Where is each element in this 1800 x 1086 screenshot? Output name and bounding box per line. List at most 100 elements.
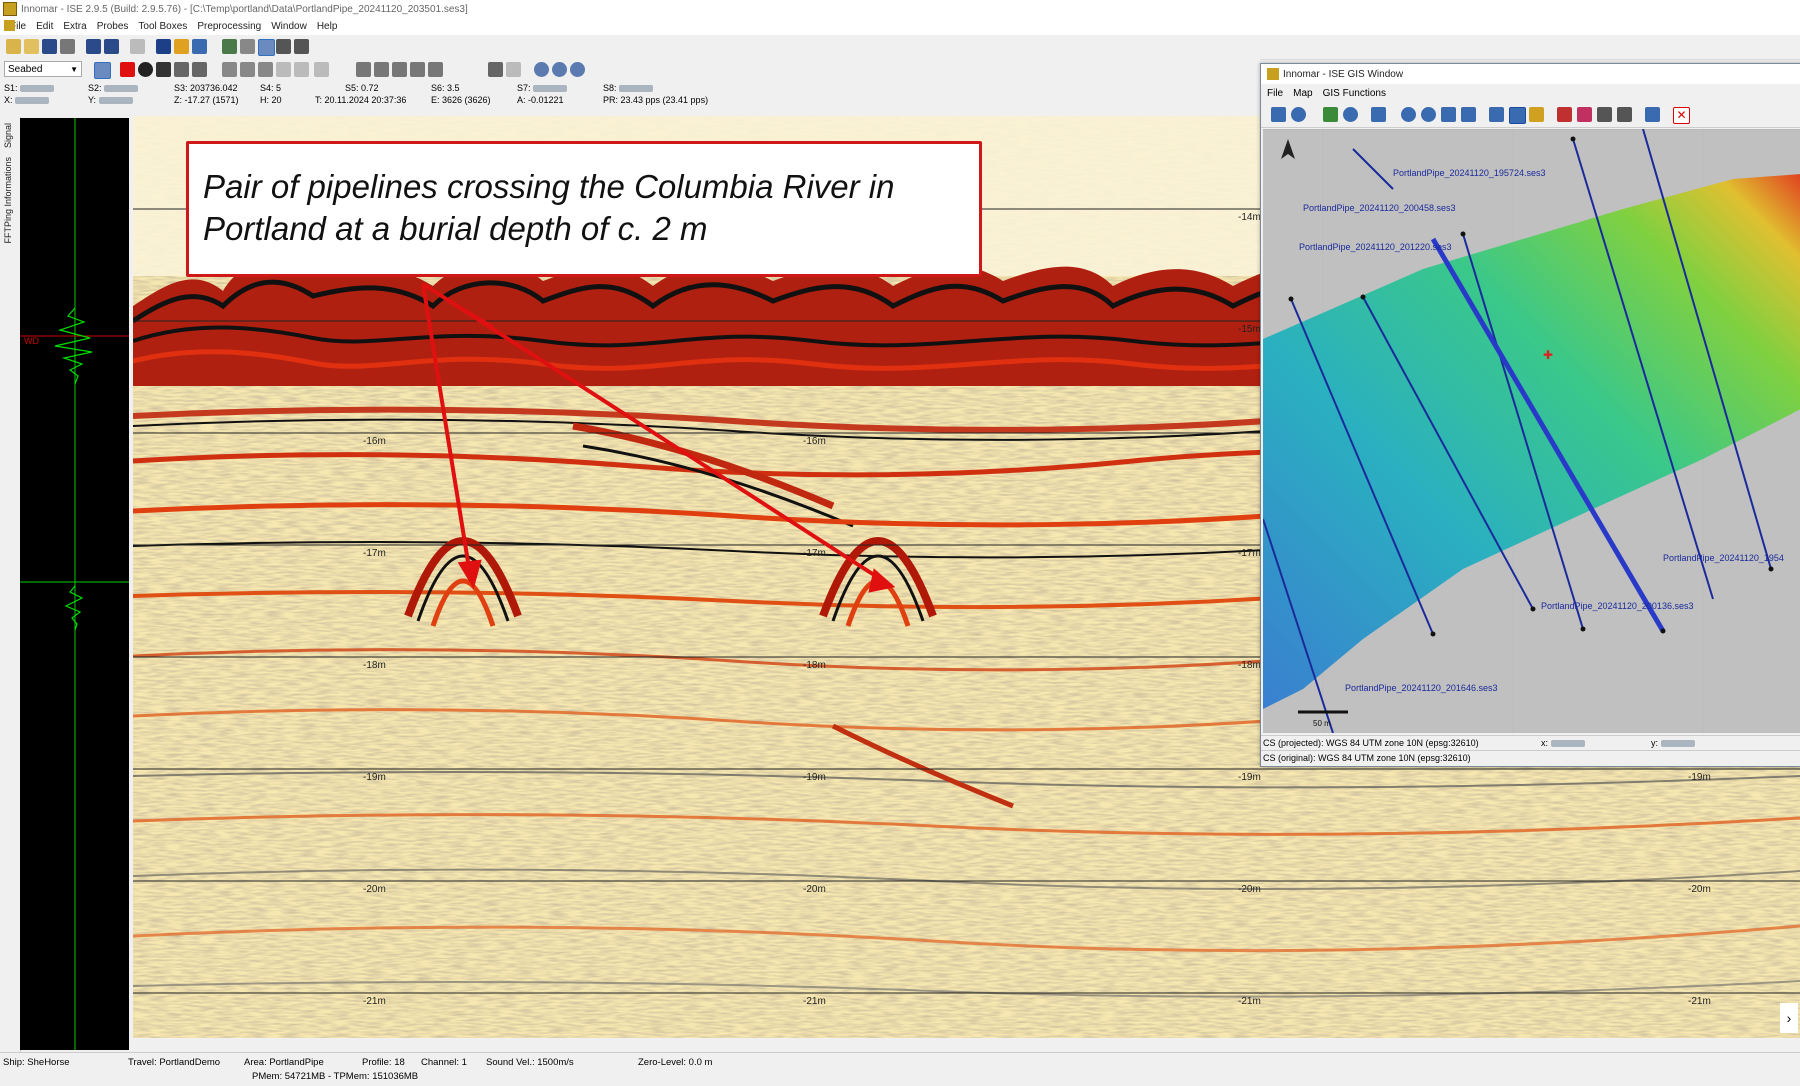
red-marker-icon[interactable] bbox=[120, 62, 135, 77]
profile-tool-icon[interactable] bbox=[1557, 107, 1572, 122]
gis-zoom-extent-icon[interactable] bbox=[1441, 107, 1456, 122]
menu-help[interactable]: Help bbox=[317, 21, 338, 32]
pencil-icon[interactable] bbox=[222, 39, 237, 54]
s7-label: S7: bbox=[517, 83, 531, 93]
tab-ping-informations[interactable]: Ping Informations bbox=[3, 157, 13, 227]
zoom-in-icon[interactable] bbox=[534, 62, 549, 77]
ruler-icon[interactable] bbox=[1529, 107, 1544, 122]
gis-y-label: y: bbox=[1651, 738, 1659, 748]
delete-icon[interactable] bbox=[240, 62, 255, 77]
depth-label-17m: -17m bbox=[363, 548, 386, 559]
depth-label-19m-b: -19m bbox=[803, 772, 826, 783]
palette-icon[interactable] bbox=[174, 39, 189, 54]
gis-eraser-icon[interactable] bbox=[1577, 107, 1592, 122]
redacted-value bbox=[104, 85, 139, 93]
gis-menu-gis-functions[interactable]: GIS Functions bbox=[1323, 88, 1386, 99]
open-file-icon[interactable] bbox=[24, 39, 39, 54]
globe-icon[interactable] bbox=[1291, 107, 1306, 122]
undo-icon[interactable] bbox=[130, 39, 145, 54]
fork2-icon[interactable] bbox=[294, 62, 309, 77]
cursor-icon[interactable] bbox=[294, 39, 309, 54]
signal-trace: WD bbox=[20, 118, 129, 1050]
align-middle-icon[interactable] bbox=[374, 62, 389, 77]
h-value: H: 20 bbox=[260, 95, 282, 105]
track-label-1954[interactable]: PortlandPipe_20241120_1954 bbox=[1663, 553, 1784, 563]
gis-window[interactable]: Innomar - ISE GIS Window File Map GIS Fu… bbox=[1260, 63, 1800, 767]
zoom-fit-icon[interactable] bbox=[570, 62, 585, 77]
fork-icon[interactable] bbox=[276, 62, 291, 77]
menu-edit[interactable]: Edit bbox=[36, 21, 53, 32]
open-folder-icon[interactable] bbox=[6, 39, 21, 54]
gis-select-icon[interactable] bbox=[1489, 107, 1504, 122]
undo-edit-icon[interactable] bbox=[222, 62, 237, 77]
import-track-icon[interactable] bbox=[1323, 107, 1338, 122]
zoom-out-icon[interactable] bbox=[552, 62, 567, 77]
system-menu-icon[interactable] bbox=[4, 20, 15, 31]
layer-icon[interactable] bbox=[192, 62, 207, 77]
zero-level-status: Zero-Level: 0.0 m bbox=[638, 1057, 713, 1068]
gis-menu-file[interactable]: File bbox=[1267, 88, 1283, 99]
select-icon[interactable] bbox=[258, 39, 275, 56]
eraser-icon[interactable] bbox=[174, 62, 189, 77]
tab-signal[interactable]: Signal bbox=[3, 123, 13, 148]
app-icon bbox=[3, 2, 17, 16]
s5-value: S5: 0.72 bbox=[345, 83, 379, 93]
curve-tool-icon[interactable] bbox=[138, 62, 153, 77]
gis-menu-map[interactable]: Map bbox=[1293, 88, 1312, 99]
save-as-icon[interactable] bbox=[104, 39, 119, 54]
s1-label: S1: bbox=[4, 83, 18, 93]
map-layer-icon[interactable] bbox=[1343, 107, 1358, 122]
gis-pointer-icon[interactable] bbox=[1509, 107, 1526, 124]
align-top-icon[interactable] bbox=[356, 62, 371, 77]
track-label-200458[interactable]: PortlandPipe_20241120_200458.ses3 bbox=[1303, 203, 1455, 213]
layer-select[interactable]: Seabed ▼ bbox=[4, 61, 82, 77]
gis-title-bar[interactable]: Innomar - ISE GIS Window bbox=[1261, 64, 1800, 84]
menu-window[interactable]: Window bbox=[271, 21, 307, 32]
save-icon[interactable] bbox=[42, 39, 57, 54]
export-icon[interactable] bbox=[86, 39, 101, 54]
depth-label-18m-b: -18m bbox=[803, 660, 826, 671]
menu-tool-boxes[interactable]: Tool Boxes bbox=[138, 21, 187, 32]
scroll-right-button[interactable]: › bbox=[1780, 1003, 1798, 1033]
gis-zoom-previous-icon[interactable] bbox=[1461, 107, 1476, 122]
sine-icon[interactable] bbox=[392, 62, 407, 77]
pointer-tool-icon[interactable] bbox=[94, 62, 111, 79]
settings-icon[interactable] bbox=[1617, 107, 1632, 122]
gis-zoom-in-icon[interactable] bbox=[1401, 107, 1416, 122]
gis-menu-bar: File Map GIS Functions bbox=[1261, 86, 1800, 101]
add-layer-icon[interactable] bbox=[1271, 107, 1286, 122]
expand-icon[interactable] bbox=[506, 62, 521, 77]
gis-zoom-out-icon[interactable] bbox=[1421, 107, 1436, 122]
menu-preprocessing[interactable]: Preprocessing bbox=[197, 21, 261, 32]
wave-icon[interactable] bbox=[258, 62, 273, 77]
depth-label-21m-d: -21m bbox=[1688, 996, 1711, 1007]
track-label-201646[interactable]: PortlandPipe_20241120_201646.ses3 bbox=[1345, 683, 1497, 693]
track-label-200136[interactable]: PortlandPipe_20241120_200136.ses3 bbox=[1541, 601, 1693, 611]
arrow-down-icon[interactable] bbox=[276, 39, 291, 54]
cs-projected: CS (projected): WGS 84 UTM zone 10N (eps… bbox=[1263, 738, 1479, 748]
pulse-icon[interactable] bbox=[410, 62, 425, 77]
signal-panel: WD bbox=[20, 118, 129, 1050]
compress-icon[interactable] bbox=[488, 62, 503, 77]
gis-map-svg[interactable]: ✚ PortlandPipe_20241120_195724.ses3 Port… bbox=[1263, 129, 1800, 733]
print-icon[interactable] bbox=[60, 39, 75, 54]
refresh-icon[interactable] bbox=[192, 39, 207, 54]
close-map-icon[interactable]: ✕ bbox=[1673, 107, 1690, 124]
bathymetry-icon[interactable] bbox=[1371, 107, 1386, 122]
filter-icon[interactable] bbox=[428, 62, 443, 77]
track-label-195724[interactable]: PortlandPipe_20241120_195724.ses3 bbox=[1393, 168, 1545, 178]
redacted-value bbox=[15, 97, 50, 105]
gis-x-label: x: bbox=[1541, 738, 1549, 748]
tool-icon[interactable] bbox=[1645, 107, 1660, 122]
tab-fft[interactable]: FFT bbox=[3, 227, 13, 244]
pen-tool-icon[interactable] bbox=[156, 62, 171, 77]
info-icon[interactable] bbox=[156, 39, 171, 54]
menu-extra[interactable]: Extra bbox=[63, 21, 86, 32]
menu-probes[interactable]: Probes bbox=[97, 21, 129, 32]
gis-map-canvas[interactable]: ✚ PortlandPipe_20241120_195724.ses3 Port… bbox=[1263, 129, 1800, 733]
scale-label: 50 m bbox=[1313, 719, 1331, 728]
clipboard-icon[interactable] bbox=[240, 39, 255, 54]
grid-icon[interactable] bbox=[1597, 107, 1612, 122]
cut-icon[interactable] bbox=[314, 62, 329, 77]
track-label-201220[interactable]: PortlandPipe_20241120_201220.ses3 bbox=[1299, 242, 1451, 252]
